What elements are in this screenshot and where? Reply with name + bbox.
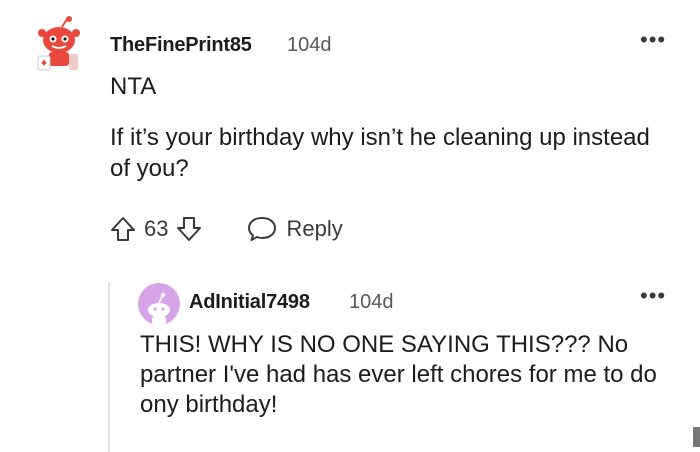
comment-text: If it’s your birthday why isn’t he clean… xyxy=(110,124,650,182)
comment-thread: ♦ TheFinePrint85 104d ••• NTA If it’s yo… xyxy=(0,0,700,452)
reply-text: THIS! WHY IS NO ONE SAYING THIS??? No pa… xyxy=(140,331,657,418)
comment-actions: 63 Reply xyxy=(108,209,343,249)
comment-verdict: NTA xyxy=(110,73,157,100)
reply-button[interactable]: Reply xyxy=(246,214,343,244)
snoo-avatar-purple-icon xyxy=(148,292,170,325)
scrollbar-thumb[interactable] xyxy=(693,427,700,447)
more-options-icon[interactable]: ••• xyxy=(640,29,666,51)
thread-line[interactable] xyxy=(108,282,110,452)
vote-score: 63 xyxy=(144,216,169,241)
snoo-avatar-icon: ♦ xyxy=(37,16,80,71)
user-avatar[interactable]: ♦ xyxy=(34,16,84,74)
comment-username[interactable]: TheFinePrint85 xyxy=(110,34,252,57)
comment-bubble-icon xyxy=(248,217,277,241)
reply-avatar[interactable] xyxy=(138,283,180,325)
reply-label: Reply xyxy=(286,216,343,241)
svg-text:♦: ♦ xyxy=(40,59,48,69)
reply-username[interactable]: AdInitial7498 xyxy=(189,291,310,314)
comment-age: 104d xyxy=(287,34,332,56)
reply-more-options-icon[interactable]: ••• xyxy=(640,285,666,307)
upvote-icon[interactable] xyxy=(108,214,138,244)
reply-age: 104d xyxy=(349,291,394,313)
downvote-icon[interactable] xyxy=(174,214,204,244)
